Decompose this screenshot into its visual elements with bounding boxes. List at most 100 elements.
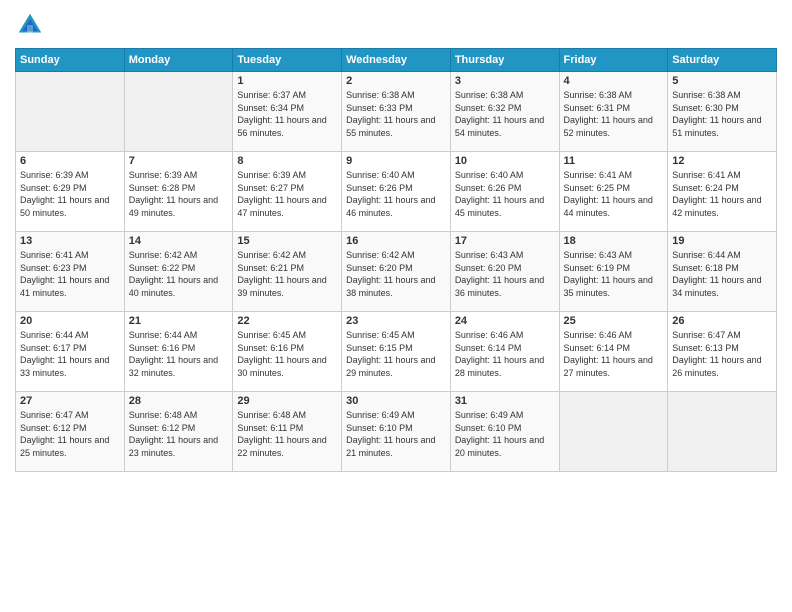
day-detail: Sunrise: 6:44 AM Sunset: 6:18 PM Dayligh…	[672, 249, 772, 299]
sunrise-text: Sunrise: 6:39 AM	[237, 170, 306, 180]
sunrise-text: Sunrise: 6:38 AM	[564, 90, 633, 100]
calendar-row-1: 1 Sunrise: 6:37 AM Sunset: 6:34 PM Dayli…	[16, 72, 777, 152]
day-number: 20	[20, 315, 120, 327]
sunset-text: Sunset: 6:10 PM	[455, 423, 522, 433]
sunrise-text: Sunrise: 6:44 AM	[129, 330, 198, 340]
daylight-text: Daylight: 11 hours and 54 minutes.	[455, 115, 544, 138]
day-number: 9	[346, 155, 446, 167]
calendar-cell: 24 Sunrise: 6:46 AM Sunset: 6:14 PM Dayl…	[450, 312, 559, 392]
day-detail: Sunrise: 6:40 AM Sunset: 6:26 PM Dayligh…	[346, 169, 446, 219]
daylight-text: Daylight: 11 hours and 32 minutes.	[129, 355, 218, 378]
day-detail: Sunrise: 6:42 AM Sunset: 6:21 PM Dayligh…	[237, 249, 337, 299]
day-detail: Sunrise: 6:43 AM Sunset: 6:19 PM Dayligh…	[564, 249, 664, 299]
daylight-text: Daylight: 11 hours and 52 minutes.	[564, 115, 653, 138]
sunrise-text: Sunrise: 6:47 AM	[20, 410, 89, 420]
calendar-cell: 2 Sunrise: 6:38 AM Sunset: 6:33 PM Dayli…	[342, 72, 451, 152]
day-number: 25	[564, 315, 664, 327]
calendar-cell: 16 Sunrise: 6:42 AM Sunset: 6:20 PM Dayl…	[342, 232, 451, 312]
sunrise-text: Sunrise: 6:44 AM	[672, 250, 741, 260]
day-number: 19	[672, 235, 772, 247]
calendar-cell: 13 Sunrise: 6:41 AM Sunset: 6:23 PM Dayl…	[16, 232, 125, 312]
calendar-cell: 23 Sunrise: 6:45 AM Sunset: 6:15 PM Dayl…	[342, 312, 451, 392]
sunrise-text: Sunrise: 6:43 AM	[455, 250, 524, 260]
calendar-cell: 21 Sunrise: 6:44 AM Sunset: 6:16 PM Dayl…	[124, 312, 233, 392]
sunset-text: Sunset: 6:32 PM	[455, 103, 522, 113]
day-number: 4	[564, 75, 664, 87]
daylight-text: Daylight: 11 hours and 29 minutes.	[346, 355, 435, 378]
day-detail: Sunrise: 6:45 AM Sunset: 6:15 PM Dayligh…	[346, 329, 446, 379]
calendar-cell: 17 Sunrise: 6:43 AM Sunset: 6:20 PM Dayl…	[450, 232, 559, 312]
day-detail: Sunrise: 6:41 AM Sunset: 6:23 PM Dayligh…	[20, 249, 120, 299]
daylight-text: Daylight: 11 hours and 21 minutes.	[346, 435, 435, 458]
daylight-text: Daylight: 11 hours and 42 minutes.	[672, 195, 761, 218]
day-number: 22	[237, 315, 337, 327]
daylight-text: Daylight: 11 hours and 56 minutes.	[237, 115, 326, 138]
sunset-text: Sunset: 6:18 PM	[672, 263, 739, 273]
calendar-row-5: 27 Sunrise: 6:47 AM Sunset: 6:12 PM Dayl…	[16, 392, 777, 472]
day-number: 17	[455, 235, 555, 247]
sunset-text: Sunset: 6:14 PM	[564, 343, 631, 353]
weekday-header-tuesday: Tuesday	[233, 49, 342, 72]
daylight-text: Daylight: 11 hours and 23 minutes.	[129, 435, 218, 458]
day-detail: Sunrise: 6:43 AM Sunset: 6:20 PM Dayligh…	[455, 249, 555, 299]
daylight-text: Daylight: 11 hours and 33 minutes.	[20, 355, 109, 378]
calendar-cell	[16, 72, 125, 152]
day-number: 21	[129, 315, 229, 327]
calendar-cell: 5 Sunrise: 6:38 AM Sunset: 6:30 PM Dayli…	[668, 72, 777, 152]
calendar-cell: 11 Sunrise: 6:41 AM Sunset: 6:25 PM Dayl…	[559, 152, 668, 232]
day-detail: Sunrise: 6:47 AM Sunset: 6:12 PM Dayligh…	[20, 409, 120, 459]
calendar-cell: 14 Sunrise: 6:42 AM Sunset: 6:22 PM Dayl…	[124, 232, 233, 312]
logo-icon	[15, 10, 45, 40]
day-detail: Sunrise: 6:38 AM Sunset: 6:33 PM Dayligh…	[346, 89, 446, 139]
daylight-text: Daylight: 11 hours and 39 minutes.	[237, 275, 326, 298]
calendar-cell: 8 Sunrise: 6:39 AM Sunset: 6:27 PM Dayli…	[233, 152, 342, 232]
sunset-text: Sunset: 6:15 PM	[346, 343, 413, 353]
sunrise-text: Sunrise: 6:43 AM	[564, 250, 633, 260]
sunrise-text: Sunrise: 6:45 AM	[346, 330, 415, 340]
sunset-text: Sunset: 6:20 PM	[455, 263, 522, 273]
daylight-text: Daylight: 11 hours and 46 minutes.	[346, 195, 435, 218]
day-number: 29	[237, 395, 337, 407]
sunrise-text: Sunrise: 6:44 AM	[20, 330, 89, 340]
weekday-header-friday: Friday	[559, 49, 668, 72]
sunset-text: Sunset: 6:31 PM	[564, 103, 631, 113]
weekday-header-row: SundayMondayTuesdayWednesdayThursdayFrid…	[16, 49, 777, 72]
day-detail: Sunrise: 6:38 AM Sunset: 6:31 PM Dayligh…	[564, 89, 664, 139]
calendar-cell: 19 Sunrise: 6:44 AM Sunset: 6:18 PM Dayl…	[668, 232, 777, 312]
sunrise-text: Sunrise: 6:47 AM	[672, 330, 741, 340]
sunrise-text: Sunrise: 6:40 AM	[346, 170, 415, 180]
calendar-body: 1 Sunrise: 6:37 AM Sunset: 6:34 PM Dayli…	[16, 72, 777, 472]
daylight-text: Daylight: 11 hours and 22 minutes.	[237, 435, 326, 458]
day-number: 16	[346, 235, 446, 247]
day-number: 1	[237, 75, 337, 87]
weekday-header-saturday: Saturday	[668, 49, 777, 72]
day-detail: Sunrise: 6:45 AM Sunset: 6:16 PM Dayligh…	[237, 329, 337, 379]
calendar-cell: 31 Sunrise: 6:49 AM Sunset: 6:10 PM Dayl…	[450, 392, 559, 472]
day-number: 28	[129, 395, 229, 407]
calendar-cell: 12 Sunrise: 6:41 AM Sunset: 6:24 PM Dayl…	[668, 152, 777, 232]
calendar-cell	[559, 392, 668, 472]
sunrise-text: Sunrise: 6:46 AM	[564, 330, 633, 340]
calendar-cell: 20 Sunrise: 6:44 AM Sunset: 6:17 PM Dayl…	[16, 312, 125, 392]
daylight-text: Daylight: 11 hours and 47 minutes.	[237, 195, 326, 218]
weekday-header-wednesday: Wednesday	[342, 49, 451, 72]
calendar-cell: 9 Sunrise: 6:40 AM Sunset: 6:26 PM Dayli…	[342, 152, 451, 232]
day-detail: Sunrise: 6:41 AM Sunset: 6:24 PM Dayligh…	[672, 169, 772, 219]
calendar-header: SundayMondayTuesdayWednesdayThursdayFrid…	[16, 49, 777, 72]
daylight-text: Daylight: 11 hours and 27 minutes.	[564, 355, 653, 378]
calendar-cell	[668, 392, 777, 472]
calendar-table: SundayMondayTuesdayWednesdayThursdayFrid…	[15, 48, 777, 472]
weekday-header-thursday: Thursday	[450, 49, 559, 72]
sunrise-text: Sunrise: 6:49 AM	[455, 410, 524, 420]
day-number: 31	[455, 395, 555, 407]
day-number: 18	[564, 235, 664, 247]
day-number: 30	[346, 395, 446, 407]
day-number: 2	[346, 75, 446, 87]
day-detail: Sunrise: 6:48 AM Sunset: 6:11 PM Dayligh…	[237, 409, 337, 459]
sunset-text: Sunset: 6:21 PM	[237, 263, 304, 273]
day-detail: Sunrise: 6:38 AM Sunset: 6:32 PM Dayligh…	[455, 89, 555, 139]
day-detail: Sunrise: 6:38 AM Sunset: 6:30 PM Dayligh…	[672, 89, 772, 139]
day-detail: Sunrise: 6:39 AM Sunset: 6:29 PM Dayligh…	[20, 169, 120, 219]
sunrise-text: Sunrise: 6:39 AM	[129, 170, 198, 180]
day-number: 26	[672, 315, 772, 327]
